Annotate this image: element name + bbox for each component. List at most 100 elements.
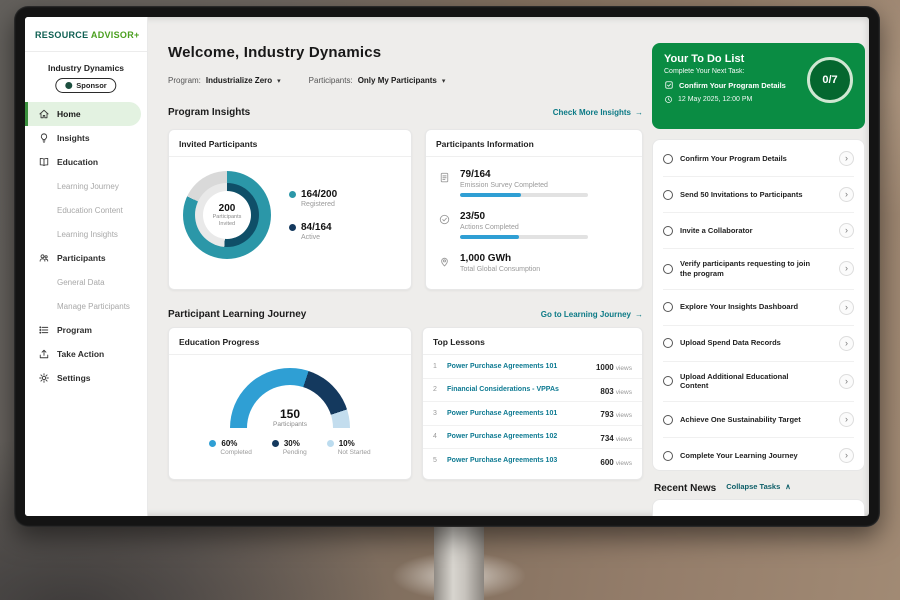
lesson-views-label: views bbox=[616, 412, 632, 419]
chevron-right-icon[interactable]: › bbox=[839, 187, 854, 202]
home-icon bbox=[38, 108, 50, 120]
task-radio-icon[interactable] bbox=[663, 302, 673, 312]
gear-icon bbox=[38, 372, 50, 384]
task-row-verify-participants[interactable]: Verify participants requesting to join t… bbox=[663, 249, 854, 290]
legend-label: Completed bbox=[220, 449, 251, 456]
sponsor-icon bbox=[65, 82, 72, 89]
task-row-invite-collaborator[interactable]: Invite a Collaborator › bbox=[663, 213, 854, 249]
section-title: Program Insights bbox=[168, 107, 250, 118]
lesson-row: 1 Power Purchase Agreements 101 1000view… bbox=[423, 355, 642, 379]
legend-item-registered: 164/200 Registered bbox=[289, 189, 337, 208]
nav-label: Home bbox=[57, 109, 81, 119]
task-row-upload-educational-content[interactable]: Upload Additional Educational Content › bbox=[663, 362, 854, 403]
brand-advisor: ADVISOR+ bbox=[91, 30, 140, 40]
task-row-upload-spend-data[interactable]: Upload Spend Data Records › bbox=[663, 326, 854, 362]
sidebar-nav: Home Insights Education bbox=[25, 102, 147, 390]
donut-center-value: 200 bbox=[219, 203, 236, 214]
legend-label: Pending bbox=[283, 449, 307, 456]
task-label: Upload Spend Data Records bbox=[680, 338, 832, 348]
gauge-legend: 60% Completed 30% Pending 10% Not Starte… bbox=[169, 439, 411, 456]
participants-filter-value: Only My Participants bbox=[358, 76, 437, 85]
lesson-link[interactable]: Power Purchase Agreements 102 bbox=[447, 433, 594, 440]
program-filter[interactable]: Program: Industrialize Zero ▾ bbox=[168, 76, 281, 85]
task-label: Explore Your Insights Dashboard bbox=[680, 302, 832, 312]
lesson-link[interactable]: Financial Considerations - VPPAs bbox=[447, 386, 594, 393]
todo-due-label: 12 May 2025, 12:00 PM bbox=[678, 96, 752, 103]
chevron-right-icon[interactable]: › bbox=[839, 412, 854, 427]
legend-dot-teal bbox=[289, 191, 296, 198]
lesson-views-count: 803 bbox=[600, 387, 613, 396]
nav-label: Education bbox=[57, 157, 98, 167]
arrow-right-icon: → bbox=[635, 108, 643, 117]
check-more-insights-link[interactable]: Check More Insights → bbox=[553, 108, 643, 117]
sidebar-item-settings[interactable]: Settings bbox=[25, 366, 147, 390]
task-radio-icon[interactable] bbox=[663, 154, 673, 164]
chevron-right-icon[interactable]: › bbox=[839, 300, 854, 315]
task-radio-icon[interactable] bbox=[663, 376, 673, 386]
task-label: Complete Your Learning Journey bbox=[680, 451, 832, 461]
clipboard-icon bbox=[438, 171, 451, 184]
gauge-center-value: 150 bbox=[280, 407, 300, 421]
legend-label: Registered bbox=[301, 201, 337, 208]
chevron-right-icon[interactable]: › bbox=[839, 448, 854, 463]
sponsor-badge[interactable]: Sponsor bbox=[55, 78, 116, 93]
lesson-row: 2 Financial Considerations - VPPAs 803vi… bbox=[423, 379, 642, 403]
chevron-right-icon[interactable]: › bbox=[839, 223, 854, 238]
sidebar-item-learning-journey[interactable]: Learning Journey bbox=[25, 174, 147, 198]
go-to-learning-journey-link[interactable]: Go to Learning Journey → bbox=[541, 310, 643, 319]
lesson-rank: 4 bbox=[433, 433, 441, 440]
info-label: Actions Completed bbox=[460, 224, 588, 231]
legend-value: 60% bbox=[221, 439, 237, 448]
legend-value: 30% bbox=[284, 439, 300, 448]
info-label: Total Global Consumption bbox=[460, 266, 540, 273]
chevron-right-icon[interactable]: › bbox=[839, 151, 854, 166]
task-radio-icon[interactable] bbox=[663, 415, 673, 425]
task-row-complete-learning-journey[interactable]: Complete Your Learning Journey › bbox=[663, 438, 854, 473]
task-radio-icon[interactable] bbox=[663, 451, 673, 461]
progress-fill bbox=[460, 193, 521, 197]
sidebar-item-learning-insights[interactable]: Learning Insights bbox=[25, 222, 147, 246]
program-filter-value: Industrialize Zero bbox=[206, 76, 272, 85]
task-radio-icon[interactable] bbox=[663, 190, 673, 200]
lesson-link[interactable]: Power Purchase Agreements 101 bbox=[447, 410, 594, 417]
lesson-views-count: 1000 bbox=[596, 363, 614, 372]
sidebar-item-program[interactable]: Program bbox=[25, 318, 147, 342]
task-radio-icon[interactable] bbox=[663, 226, 673, 236]
lesson-rank: 5 bbox=[433, 457, 441, 464]
sidebar-item-home[interactable]: Home bbox=[25, 102, 141, 126]
app-logo: RESOURCE ADVISOR+ bbox=[35, 30, 140, 40]
lesson-rank: 2 bbox=[433, 386, 441, 393]
app-window: RESOURCE ADVISOR+ Industry Dynamics Spon… bbox=[25, 17, 869, 516]
task-label: Upload Additional Educational Content bbox=[680, 372, 832, 392]
sidebar-item-take-action[interactable]: Take Action bbox=[25, 342, 147, 366]
card-title: Participants Information bbox=[426, 130, 642, 157]
filters-bar: Program: Industrialize Zero ▾ Participan… bbox=[168, 76, 445, 85]
sidebar-item-education-content[interactable]: Education Content bbox=[25, 198, 147, 222]
lesson-row: 4 Power Purchase Agreements 102 734views bbox=[423, 426, 642, 450]
task-row-explore-insights[interactable]: Explore Your Insights Dashboard › bbox=[663, 290, 854, 326]
task-label: Confirm Your Program Details bbox=[680, 154, 832, 164]
recent-news-title: Recent News bbox=[654, 483, 716, 494]
task-row-sustainability-target[interactable]: Achieve One Sustainability Target › bbox=[663, 402, 854, 438]
sidebar-item-general-data[interactable]: General Data bbox=[25, 270, 147, 294]
chevron-right-icon[interactable]: › bbox=[839, 336, 854, 351]
todo-next-task[interactable]: Confirm Your Program Details bbox=[664, 80, 809, 90]
lesson-link[interactable]: Power Purchase Agreements 101 bbox=[447, 363, 590, 370]
lesson-views-count: 600 bbox=[600, 458, 613, 467]
sidebar-item-insights[interactable]: Insights bbox=[25, 126, 147, 150]
chevron-right-icon[interactable]: › bbox=[839, 374, 854, 389]
invited-participants-card: Invited Participants 200 Participants In… bbox=[168, 129, 412, 290]
lesson-link[interactable]: Power Purchase Agreements 103 bbox=[447, 457, 594, 464]
task-radio-icon[interactable] bbox=[663, 338, 673, 348]
task-row-confirm-program[interactable]: Confirm Your Program Details › bbox=[663, 141, 854, 177]
chevron-right-icon[interactable]: › bbox=[839, 261, 854, 276]
task-row-send-invitations[interactable]: Send 50 Invitations to Participants › bbox=[663, 177, 854, 213]
participants-information-card: Participants Information 79/164 Emission… bbox=[425, 129, 643, 290]
sidebar-item-participants[interactable]: Participants bbox=[25, 246, 147, 270]
sidebar-item-education[interactable]: Education bbox=[25, 150, 147, 174]
participants-filter[interactable]: Participants: Only My Participants ▾ bbox=[309, 76, 446, 85]
task-radio-icon[interactable] bbox=[663, 264, 673, 274]
section-title: Participant Learning Journey bbox=[168, 309, 306, 320]
task-label: Invite a Collaborator bbox=[680, 226, 832, 236]
sidebar-item-manage-participants[interactable]: Manage Participants bbox=[25, 294, 147, 318]
